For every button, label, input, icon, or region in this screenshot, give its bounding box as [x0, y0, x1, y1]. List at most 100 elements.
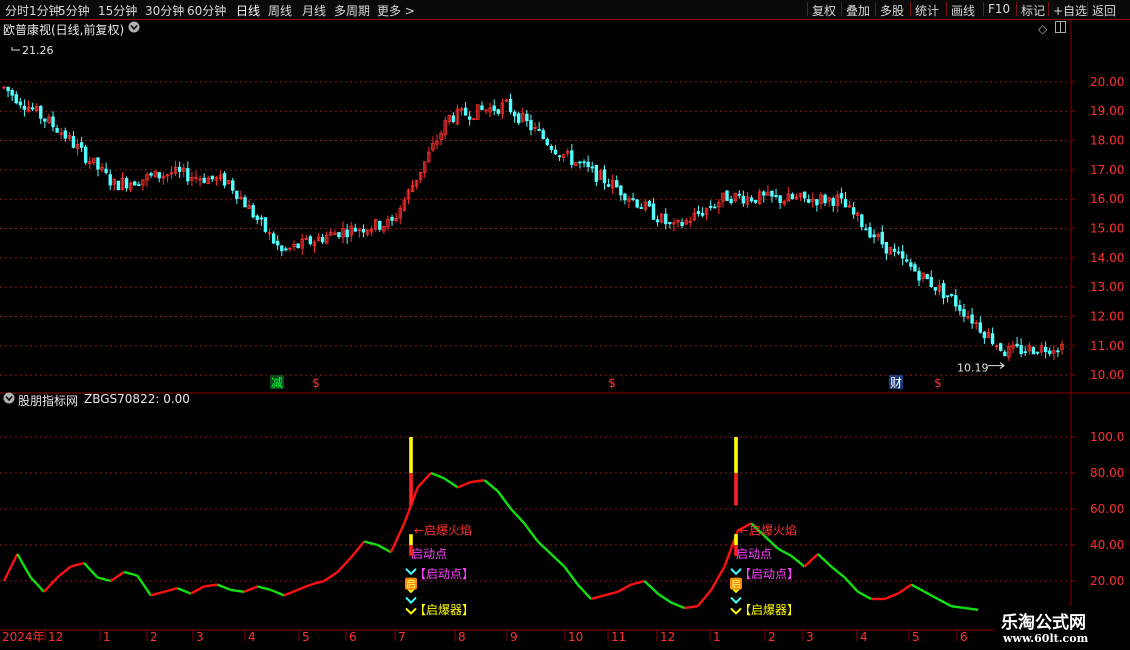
indicator-line-segment	[897, 583, 912, 595]
toolbar-action-button[interactable]: 统计	[915, 2, 939, 19]
candle-body	[954, 295, 958, 307]
candle-body	[602, 169, 607, 184]
candle-body	[390, 217, 394, 221]
price-tick-label: 18.00	[1090, 134, 1124, 148]
period-tab[interactable]: 多周期	[334, 2, 370, 19]
indicator-line-segment	[924, 590, 939, 601]
candle-body	[39, 105, 43, 119]
period-tab[interactable]: 30分钟	[145, 2, 184, 19]
candle-body	[271, 233, 276, 244]
candle-body	[51, 116, 55, 128]
candle-body	[970, 314, 974, 324]
candle-body	[255, 215, 259, 221]
candle-body	[950, 294, 954, 296]
indicator-line-segment	[443, 477, 459, 489]
date-tick-label: 5	[302, 630, 310, 644]
date-tick-label: 10	[568, 630, 583, 644]
period-tab[interactable]: 更多 >	[377, 2, 415, 19]
diamond-icon[interactable]: ◇	[1038, 22, 1047, 36]
candle-body	[1019, 345, 1023, 355]
toolbar-action-button[interactable]: F10	[988, 2, 1010, 16]
toolbar-action-button[interactable]: 返回	[1092, 2, 1116, 19]
toolbar-action-button[interactable]: 多股	[880, 2, 904, 19]
candle-body	[655, 219, 660, 223]
candle-body	[905, 259, 909, 262]
signal-bar-red	[409, 473, 413, 506]
indicator-line-segment	[830, 565, 846, 579]
candle-body	[1043, 346, 1048, 353]
candle-body	[843, 198, 848, 208]
signal-trigger-label: 【启爆器】	[414, 603, 474, 617]
candle-body	[999, 343, 1003, 351]
candle-body	[774, 195, 778, 197]
indicator-line-segment	[430, 471, 445, 480]
period-tab[interactable]: 60分钟	[187, 2, 226, 19]
toolbar-action-button[interactable]: +自选	[1053, 2, 1087, 19]
indicator-line-segment	[617, 583, 632, 593]
indicator-tick-label: 40.00	[1090, 538, 1124, 552]
period-tab[interactable]: 1分钟	[29, 2, 61, 19]
indicator-line-segment	[510, 508, 526, 525]
toolbar-action-button[interactable]: 标记	[1021, 2, 1045, 19]
period-tab[interactable]: 月线	[302, 2, 326, 19]
toolbar-action-button[interactable]: 画线	[951, 2, 975, 19]
candle-body	[55, 127, 59, 133]
candle-body	[647, 201, 652, 207]
indicator-line-segment	[951, 605, 965, 610]
signal-bar-yellow	[409, 534, 413, 545]
indicator-line-segment	[203, 583, 218, 588]
candle-body	[517, 113, 521, 124]
indicator-line-segment	[230, 588, 245, 593]
toolbar-action-button[interactable]: 叠加	[846, 2, 870, 19]
candle-body	[680, 222, 684, 227]
candle-body	[6, 86, 10, 92]
price-low-label: 10.19	[957, 362, 989, 375]
indicator-line-segment	[29, 576, 45, 593]
period-tab[interactable]: 日线	[236, 2, 260, 19]
indicator-line-segment	[136, 574, 152, 597]
indicator-line-segment	[457, 480, 472, 489]
candle-body	[43, 118, 47, 122]
price-tick-label: 11.00	[1090, 339, 1124, 353]
period-tab[interactable]: 5分钟	[58, 2, 90, 19]
indicator-line-segment	[483, 479, 499, 492]
indicator-line-segment	[523, 522, 539, 543]
period-tab[interactable]: 周线	[268, 2, 292, 19]
date-tick-label: 2	[768, 630, 776, 644]
candle-body	[700, 212, 705, 216]
indicator-line-segment	[470, 479, 485, 484]
date-tick-label: 4	[860, 630, 868, 644]
indicator-line-segment	[2, 553, 19, 582]
candle-body	[635, 199, 639, 208]
panel-toggle-icon[interactable]	[1055, 21, 1066, 36]
signal-bar-yellow	[409, 437, 413, 473]
indicator-line-segment	[56, 565, 72, 579]
candle-body	[823, 194, 827, 204]
price-tick-label: 14.00	[1090, 251, 1124, 265]
indicator-menu-icon[interactable]	[3, 392, 15, 407]
signal-fire-label: 启	[731, 578, 741, 591]
candle-body	[451, 115, 456, 123]
candle-body	[590, 166, 594, 169]
candle-body	[137, 184, 141, 187]
indicator-line-segment	[336, 556, 352, 573]
indicator-title: 股朋指标网	[18, 394, 79, 408]
candle-body	[958, 305, 962, 311]
candle-body	[860, 214, 864, 228]
candle-body	[30, 107, 35, 110]
title-dropdown-icon[interactable]	[128, 21, 140, 36]
date-tick-label: 1	[713, 630, 721, 644]
indicator-line-segment	[817, 553, 833, 568]
indicator-line-segment	[590, 594, 605, 601]
period-tab[interactable]: 15分钟	[98, 2, 137, 19]
candle-body	[133, 181, 137, 186]
candle-body	[578, 161, 582, 164]
chart-area[interactable]: ←启爆火焰启动点【启动点】启【启爆器】 ←启爆火焰启动点【启动点】启【启爆器】 2…	[0, 19, 1130, 650]
toolbar-divider	[1087, 2, 1088, 16]
toolbar-action-button[interactable]: 复权	[812, 2, 836, 19]
signal-start-label: 启动点	[411, 547, 447, 561]
indicator-line-segment	[177, 587, 192, 595]
candle-body	[108, 174, 112, 186]
period-tab[interactable]: 分时	[5, 2, 29, 19]
candle-body	[1031, 347, 1036, 355]
